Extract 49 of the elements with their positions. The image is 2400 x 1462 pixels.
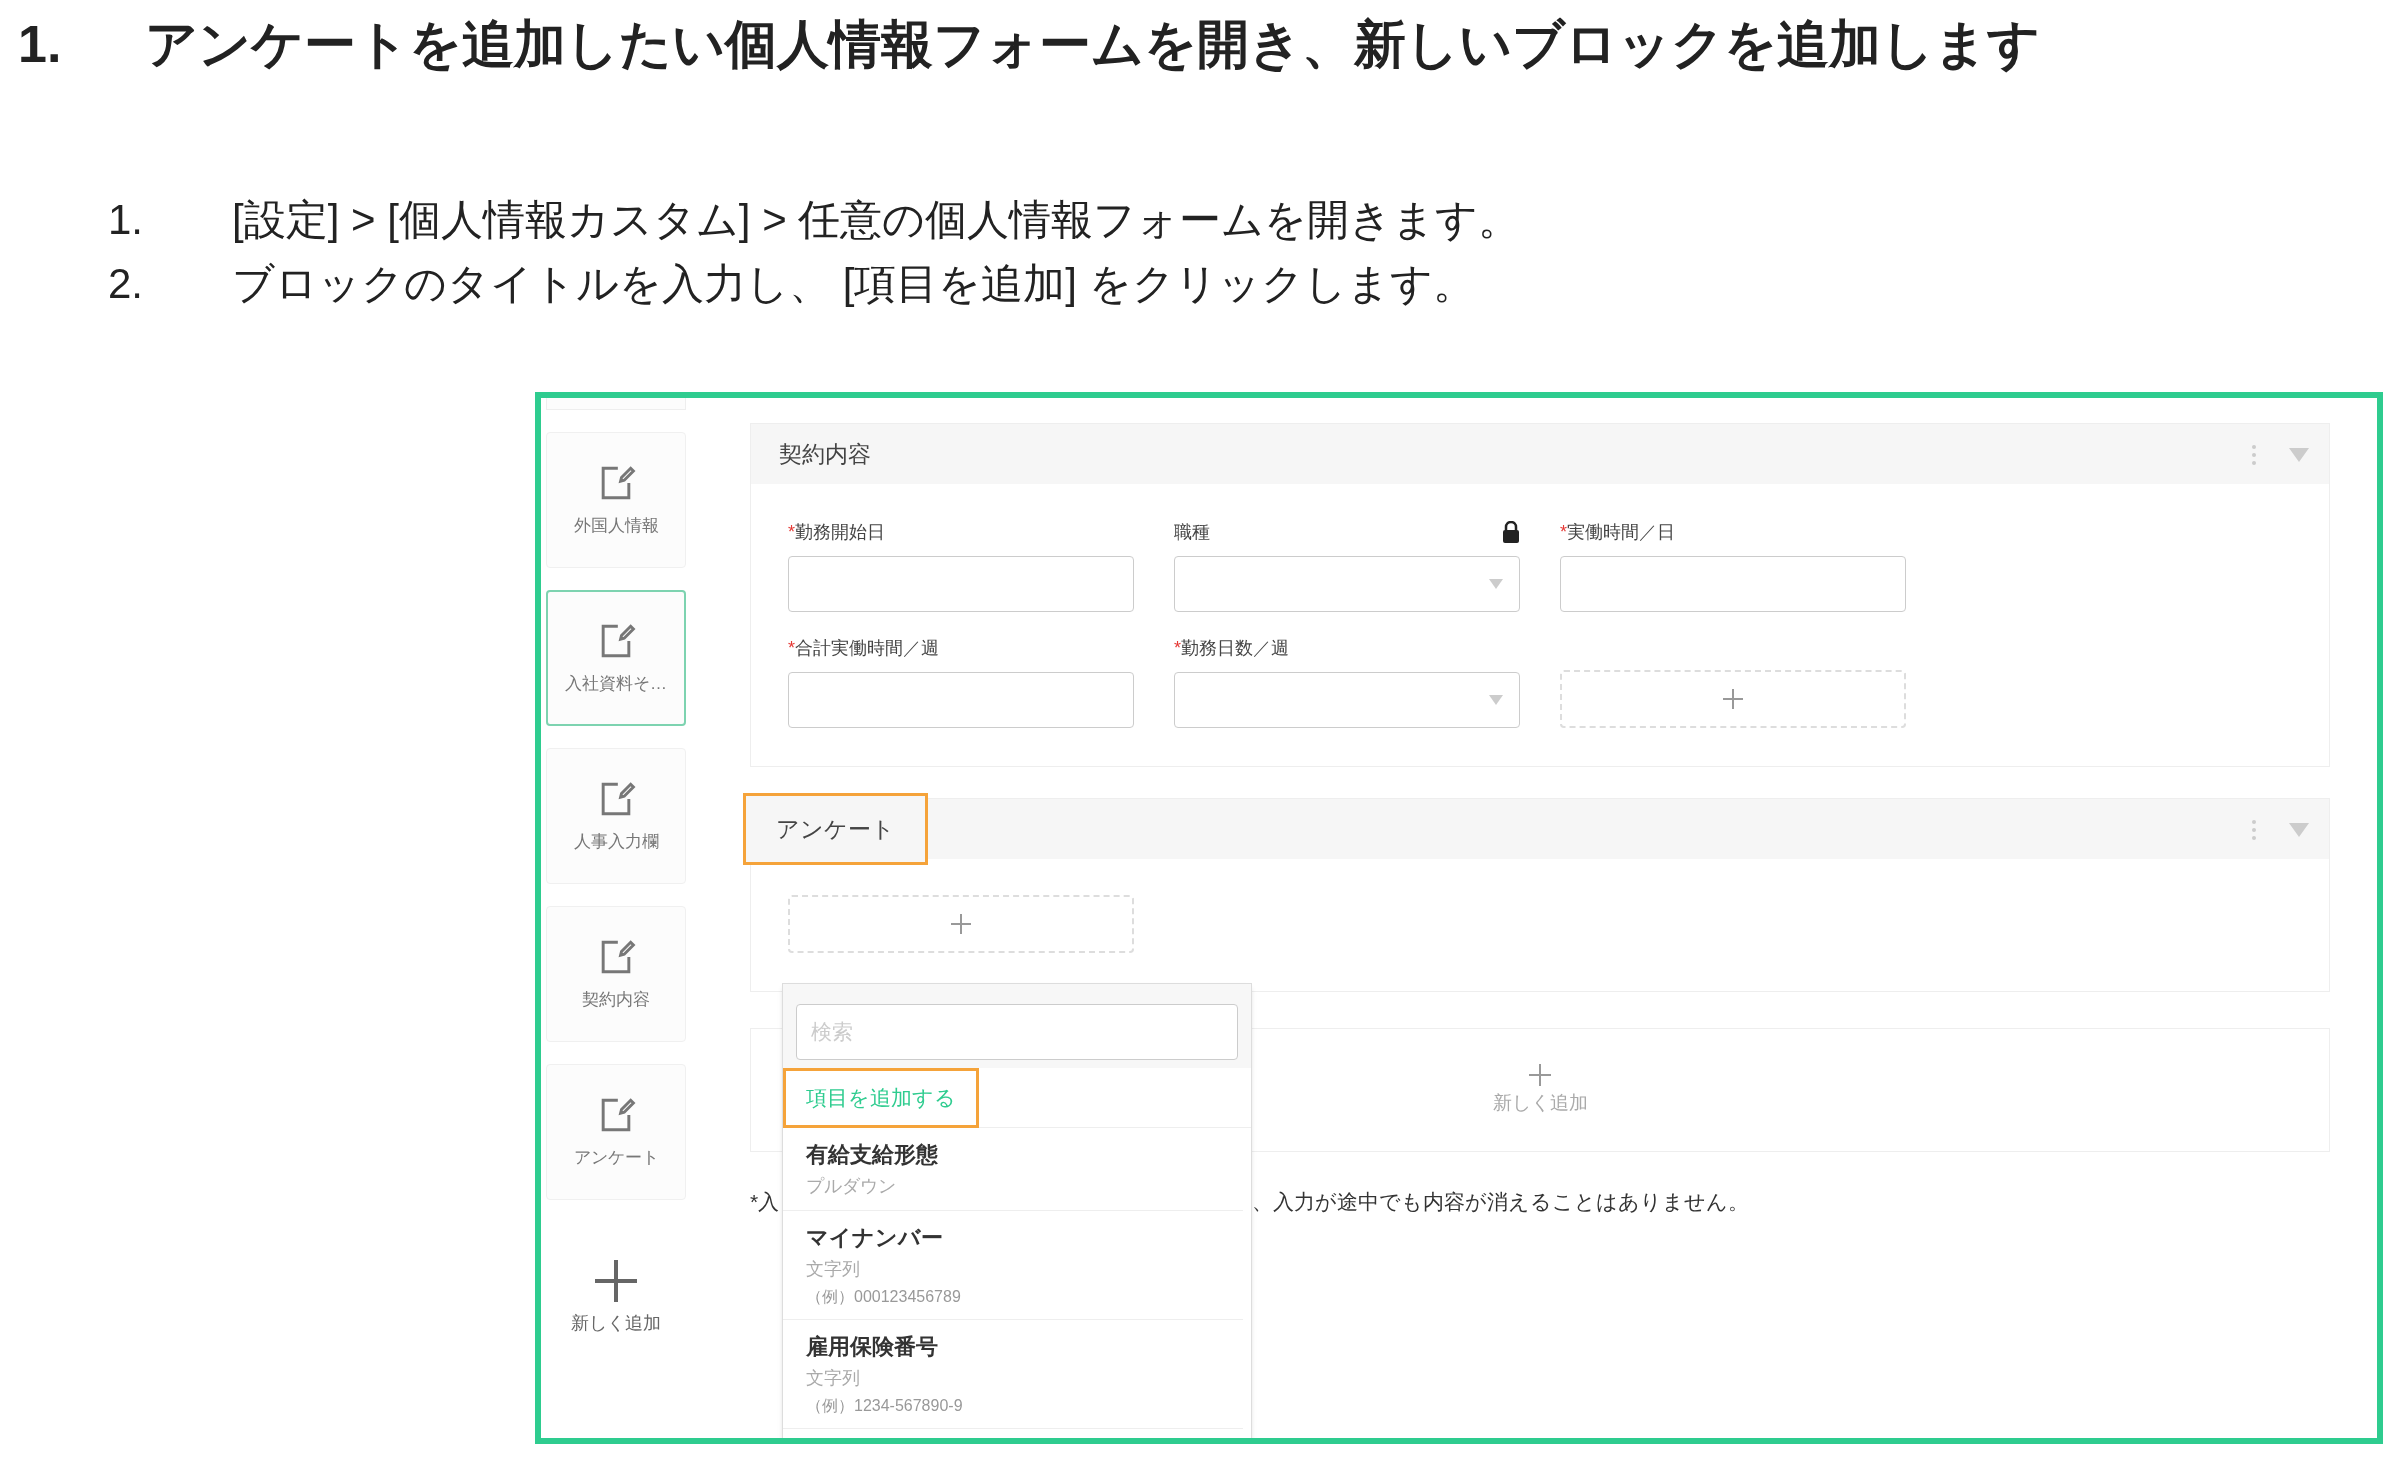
kebab-icon[interactable]: [2251, 819, 2257, 841]
dropdown-option[interactable]: 有給支給形態 プルダウン: [783, 1128, 1243, 1211]
sidebar-item[interactable]: 入社資料そ…: [546, 590, 686, 726]
sidebar-item[interactable]: アンケート: [546, 1064, 686, 1200]
input-field[interactable]: [788, 672, 1134, 728]
heading-number: 1.: [18, 14, 63, 75]
field-label: *勤務開始日: [788, 520, 885, 544]
caret-icon: [1489, 579, 1503, 589]
input-field[interactable]: [788, 556, 1134, 612]
sidebar-item[interactable]: 外国人情報: [546, 432, 686, 568]
step-number: 1.: [107, 194, 145, 245]
plus-icon: [1528, 1062, 1552, 1087]
step-number: 2.: [107, 258, 145, 309]
kebab-icon[interactable]: [2251, 444, 2257, 466]
option-name: マイナンバー: [806, 1224, 944, 1252]
note-text: *入: [750, 1189, 780, 1215]
block-title[interactable]: アンケート: [743, 793, 928, 865]
block-title[interactable]: 契約内容: [751, 436, 871, 472]
field-label: 職種: [1174, 520, 1210, 544]
option-example: （例）1234-567890-9: [806, 1396, 964, 1416]
field-label: *実働時間／日: [1560, 520, 1675, 544]
sidebar-item[interactable]: 人事入力欄: [546, 748, 686, 884]
dropdown-option[interactable]: マイナンバー 文字列 （例）000123456789: [783, 1211, 1243, 1320]
collapse-icon[interactable]: [2289, 823, 2309, 837]
select-field[interactable]: [1174, 672, 1520, 728]
lock-icon: [1502, 521, 1520, 543]
add-block-button[interactable]: 新しく追加: [546, 1252, 686, 1342]
option-type: 文字列: [806, 1367, 861, 1390]
note-text: 、入力が途中でも内容が消えることはありません。: [1252, 1189, 1749, 1215]
sidebar-item[interactable]: 契約内容: [546, 906, 686, 1042]
step-text: ブロックのタイトルを入力し、 [項目を追加] をクリックします。: [232, 258, 1475, 309]
dropdown-option[interactable]: 雇用保険番号 文字列 （例）1234-567890-9: [783, 1320, 1243, 1429]
option-example: （例）000123456789: [806, 1287, 962, 1307]
caret-icon: [1489, 695, 1503, 705]
field-label: *合計実働時間／週: [788, 636, 939, 660]
step-text: [設定] > [個人情報カスタム] > 任意の個人情報フォームを開きます。: [232, 194, 1521, 245]
option-name: 雇用保険番号: [806, 1333, 939, 1361]
add-field-slot[interactable]: [788, 895, 1134, 953]
field-label: *勤務日数／週: [1174, 636, 1289, 660]
plus-icon: [950, 913, 972, 935]
collapse-icon[interactable]: [2289, 448, 2309, 462]
select-field[interactable]: [1174, 556, 1520, 612]
add-field-slot[interactable]: [1560, 670, 1906, 728]
plus-icon: [1722, 688, 1744, 710]
heading: アンケートを追加したい個人情報フォームを開き、新しいブロックを追加します: [145, 14, 2040, 75]
input-field[interactable]: [1560, 556, 1906, 612]
option-type: プルダウン: [806, 1175, 897, 1198]
plus-icon: [593, 1257, 639, 1304]
option-type: 文字列: [806, 1258, 861, 1281]
